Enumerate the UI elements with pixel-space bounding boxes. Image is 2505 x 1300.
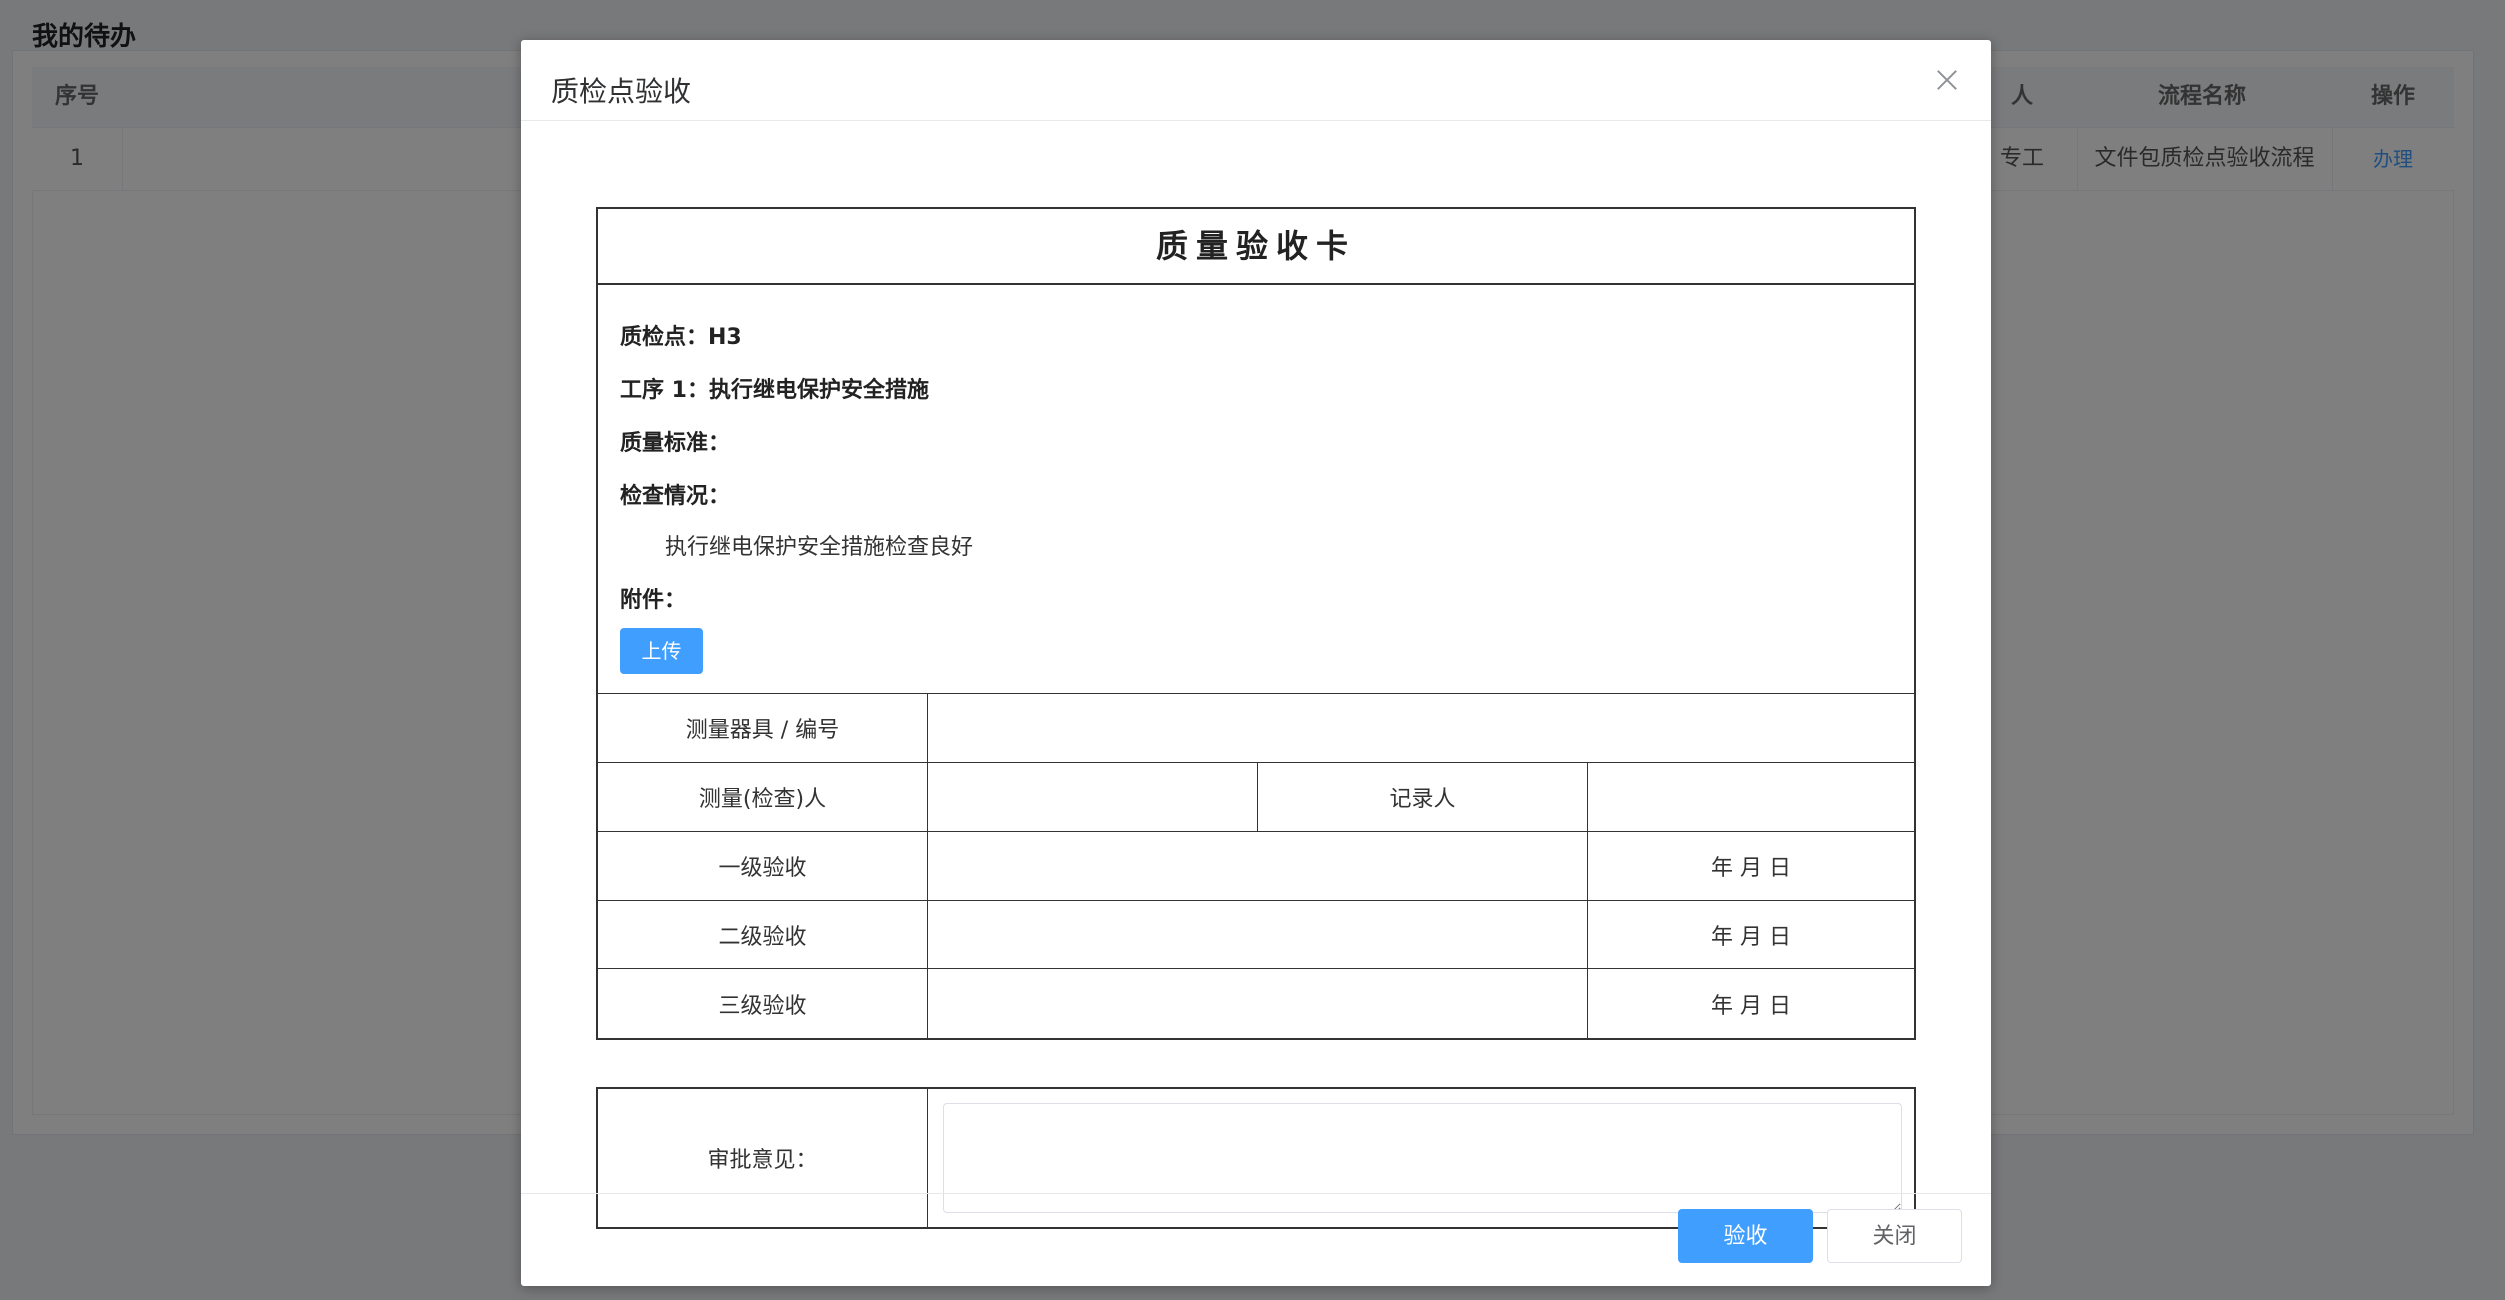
level1-field[interactable] <box>928 832 1588 901</box>
level3-label: 三级验收 <box>598 969 928 1038</box>
close-button[interactable]: 关闭 <box>1827 1209 1962 1263</box>
measure-person-label: 测量(检查)人 <box>598 763 928 832</box>
measure-person-field[interactable] <box>928 763 1258 832</box>
dialog-footer: 验收 关闭 <box>521 1193 1991 1286</box>
checkpoint-text: 质检点：H3 <box>620 325 742 350</box>
close-icon[interactable] <box>1933 66 1961 94</box>
dialog-header: 质检点验收 <box>521 40 1991 121</box>
dialog-title: 质检点验收 <box>551 75 692 108</box>
measure-tool-field[interactable] <box>928 694 1914 763</box>
level3-field[interactable] <box>928 969 1588 1038</box>
attachment-label: 附件： <box>620 588 687 613</box>
measure-tool-label: 测量器具 / 编号 <box>598 694 928 763</box>
level1-label: 一级验收 <box>598 832 928 901</box>
level2-label: 二级验收 <box>598 901 928 969</box>
procedure-text: 工序 1：执行继电保护安全措施 <box>620 378 929 403</box>
inspection-label: 检查情况： <box>620 484 731 509</box>
recorder-label: 记录人 <box>1258 763 1588 832</box>
card-title: 质量验收卡 <box>598 209 1914 285</box>
card-info: 质检点：H3 工序 1：执行继电保护安全措施 质量标准： 检查情况： 执行继电保… <box>598 285 1914 694</box>
inspection-text: 执行继电保护安全措施检查良好 <box>665 535 974 560</box>
upload-button[interactable]: 上传 <box>620 628 703 674</box>
acceptance-grid: 测量器具 / 编号 测量(检查)人 记录人 一级验收 年 月 日 二级验收 年 … <box>598 694 1914 1038</box>
recorder-field[interactable] <box>1588 763 1914 832</box>
accept-button[interactable]: 验收 <box>1678 1209 1813 1263</box>
level3-date: 年 月 日 <box>1711 993 1791 1019</box>
dialog-body: 质量验收卡 质检点：H3 工序 1：执行继电保护安全措施 质量标准： 检查情况：… <box>521 121 1991 1233</box>
level2-date: 年 月 日 <box>1588 901 1914 969</box>
quality-acceptance-card: 质量验收卡 质检点：H3 工序 1：执行继电保护安全措施 质量标准： 检查情况：… <box>596 207 1916 1040</box>
level2-field[interactable] <box>928 901 1588 969</box>
quality-check-dialog: 质检点验收 质量验收卡 质检点：H3 工序 1：执行继电保护安全措施 质量标准：… <box>521 40 1991 1286</box>
level1-date: 年 月 日 <box>1588 832 1914 901</box>
quality-standard-label: 质量标准： <box>620 431 731 456</box>
